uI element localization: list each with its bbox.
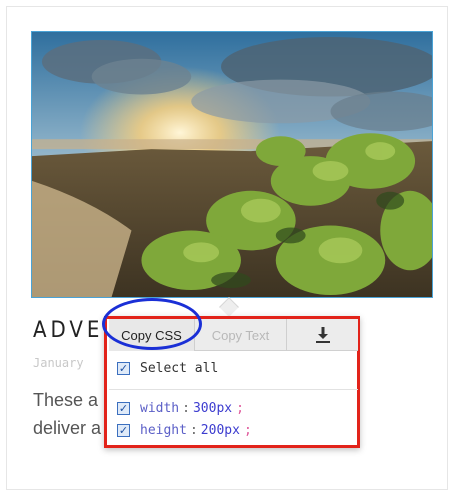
select-all-checkbox[interactable]: ✓ [117, 362, 130, 375]
property-value: 300px [192, 401, 233, 416]
property-name: height [140, 423, 187, 438]
copy-text-button[interactable]: Copy Text [195, 319, 287, 351]
property-semicolon: ; [236, 401, 244, 416]
css-property-row[interactable]: ✓ height : 200px ; [117, 423, 252, 438]
download-button[interactable] [287, 319, 358, 351]
select-all-row[interactable]: ✓ Select all [117, 361, 218, 376]
css-property-row[interactable]: ✓ width : 300px ; [117, 401, 244, 416]
sunset-beach-photo [32, 32, 432, 297]
property-semicolon: ; [243, 423, 252, 438]
article-excerpt: These a deliver a [33, 390, 102, 438]
article-date: January [33, 356, 84, 370]
property-checkbox[interactable]: ✓ [117, 402, 130, 415]
property-colon: : [182, 401, 190, 416]
article-image[interactable] [31, 31, 433, 298]
annotation-oval [102, 298, 202, 350]
property-colon: : [189, 423, 198, 438]
select-all-label: Select all [140, 361, 219, 376]
download-icon [315, 327, 330, 343]
property-name: width [140, 401, 180, 416]
divider [109, 389, 358, 390]
property-checkbox[interactable]: ✓ [117, 424, 130, 437]
property-value: 200px [200, 423, 240, 438]
